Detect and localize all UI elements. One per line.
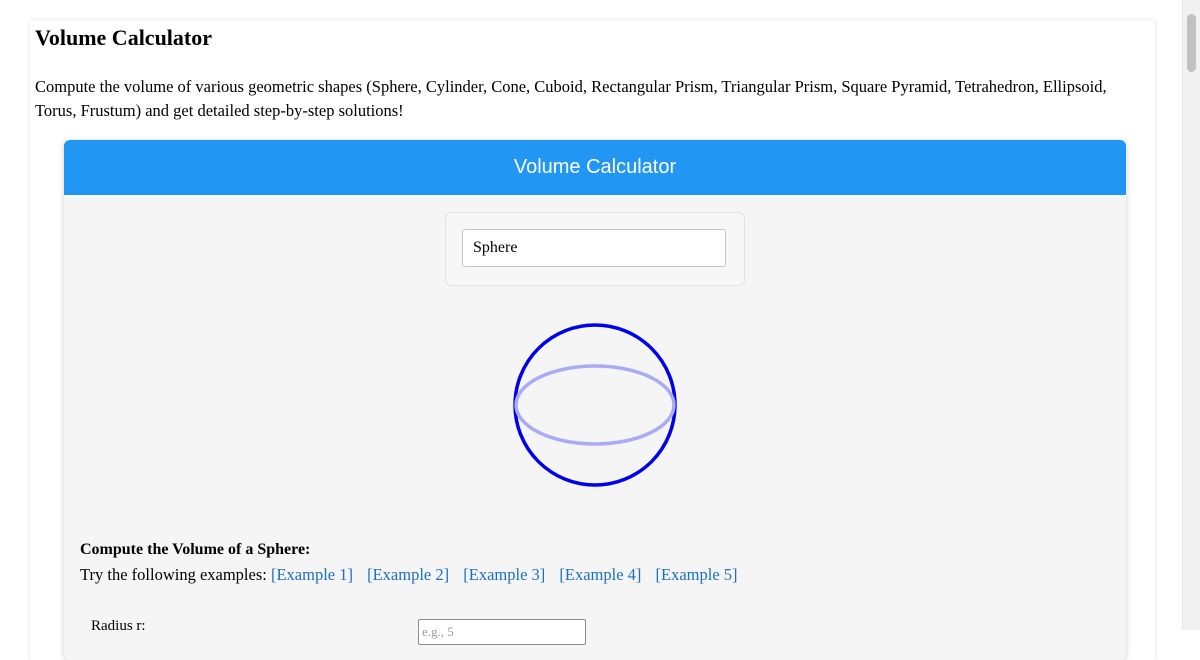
example-link-2[interactable]: [Example 2] [367, 565, 449, 584]
compute-title: Compute the Volume of a Sphere: [80, 541, 311, 558]
sphere-equator [514, 364, 676, 446]
intro-text: Compute the volume of various geometric … [35, 77, 1107, 120]
shape-select[interactable]: Sphere [462, 229, 726, 267]
radius-label: Radius r: [91, 618, 146, 634]
page-scrollbar[interactable] [1182, 0, 1200, 630]
examples-prefix: Try the following examples: [80, 565, 267, 584]
scrollbar-thumb[interactable] [1187, 14, 1196, 72]
example-link-4[interactable]: [Example 4] [559, 565, 641, 584]
examples-line: Try the following examples: [Example 1] … [80, 565, 748, 585]
example-link-5[interactable]: [Example 5] [656, 565, 738, 584]
example-link-3[interactable]: [Example 3] [463, 565, 545, 584]
sphere-figure [513, 323, 677, 487]
calculator-card: Volume Calculator Sphere Compute the Vol… [64, 140, 1126, 660]
radius-input[interactable] [418, 619, 586, 645]
sphere-outline [513, 323, 677, 487]
page-title: Volume Calculator [35, 25, 213, 50]
example-link-1[interactable]: [Example 1] [271, 565, 353, 584]
calculator-header: Volume Calculator [64, 140, 1126, 195]
shape-selector-panel: Sphere [445, 212, 745, 286]
page-container: Volume Calculator Compute the volume of … [30, 20, 1155, 660]
